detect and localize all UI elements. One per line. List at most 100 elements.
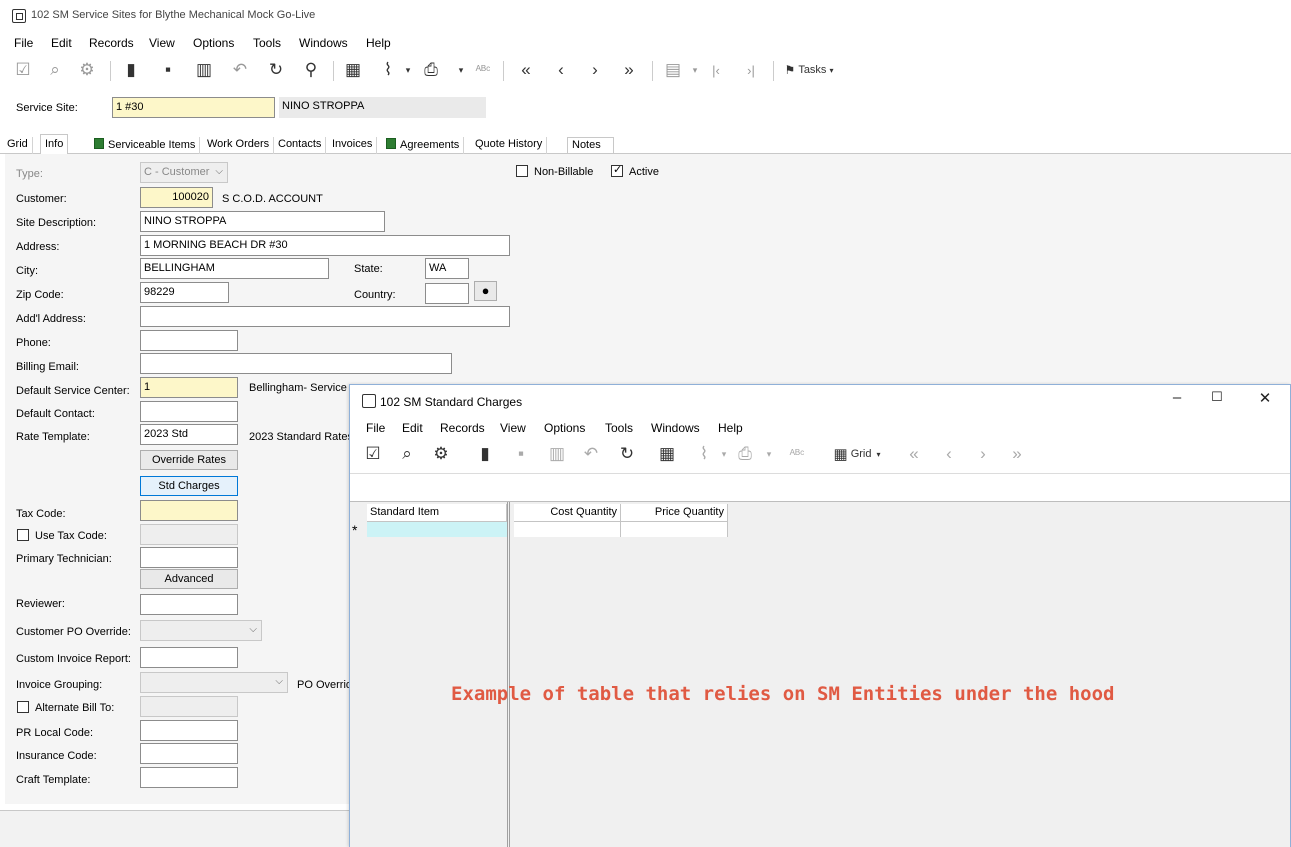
new-record-icon[interactable]: ▮ bbox=[474, 443, 496, 465]
menu-help[interactable]: Help bbox=[366, 36, 391, 50]
delete-icon[interactable]: ▥ bbox=[193, 59, 215, 81]
active-checkbox[interactable] bbox=[611, 163, 623, 177]
child-menu-tools[interactable]: Tools bbox=[605, 421, 633, 435]
grid-view-menu[interactable]: ▦ Grid ▾ bbox=[822, 443, 892, 465]
tab-invoices[interactable]: Invoices bbox=[328, 137, 378, 154]
attachment-dropdown-icon[interactable]: ▾ bbox=[713, 443, 735, 465]
customer-po-override-select[interactable]: ⌵ bbox=[140, 620, 262, 641]
rate-template-input[interactable]: 2023 Std bbox=[140, 424, 238, 445]
tasks-menu[interactable]: ⚑ Tasks ▾ bbox=[779, 59, 839, 81]
child-menu-file[interactable]: File bbox=[366, 421, 385, 435]
minimize-icon[interactable]: – bbox=[1162, 389, 1192, 411]
type-select[interactable]: C - Customer ⌵ bbox=[140, 162, 228, 183]
child-menu-view[interactable]: View bbox=[500, 421, 526, 435]
print-icon[interactable]: ⎙ bbox=[734, 443, 756, 465]
print-dropdown-icon[interactable]: ▾ bbox=[450, 59, 472, 81]
addl-address-input[interactable] bbox=[140, 306, 510, 327]
city-input[interactable]: BELLINGHAM bbox=[140, 258, 329, 279]
layout-icon[interactable]: ▦ bbox=[656, 443, 678, 465]
zip-input[interactable]: 98229 bbox=[140, 282, 229, 303]
tab-info[interactable]: Info bbox=[40, 134, 69, 155]
tab-quote-history[interactable]: Quote History bbox=[471, 137, 548, 154]
undo-icon[interactable]: ↶ bbox=[229, 59, 251, 81]
layout-icon[interactable]: ▦ bbox=[342, 59, 364, 81]
attachment-icon[interactable]: ⌇ bbox=[377, 59, 399, 81]
map-pin-icon[interactable]: ● bbox=[474, 281, 497, 301]
search-icon[interactable]: ⚲ bbox=[300, 59, 322, 81]
refresh-icon[interactable]: ↻ bbox=[616, 443, 638, 465]
last-page-icon[interactable]: ›| bbox=[740, 59, 762, 81]
first-page-icon[interactable]: |‹ bbox=[705, 59, 727, 81]
last-record-icon[interactable]: » bbox=[618, 59, 640, 81]
craft-template-input[interactable] bbox=[140, 767, 238, 788]
menu-records[interactable]: Records bbox=[89, 36, 134, 50]
child-menu-windows[interactable]: Windows bbox=[651, 421, 700, 435]
menu-file[interactable]: File bbox=[14, 36, 33, 50]
last-record-icon[interactable]: » bbox=[1006, 443, 1028, 465]
binoculars-icon[interactable]: ⌕ bbox=[44, 59, 66, 81]
new-row-cost-quantity-cell[interactable] bbox=[514, 521, 621, 537]
child-menu-options[interactable]: Options bbox=[544, 421, 585, 435]
customer-input[interactable]: 100020 bbox=[140, 187, 213, 208]
maximize-icon[interactable]: ☐ bbox=[1202, 389, 1232, 411]
edit-icon[interactable]: ☑ bbox=[362, 443, 384, 465]
billing-email-input[interactable] bbox=[140, 353, 452, 374]
site-description-input[interactable]: NINO STROPPA bbox=[140, 211, 385, 232]
first-record-icon[interactable]: « bbox=[903, 443, 925, 465]
attachment-dropdown-icon[interactable]: ▾ bbox=[397, 59, 419, 81]
next-record-icon[interactable]: › bbox=[972, 443, 994, 465]
undo-icon[interactable]: ↶ bbox=[580, 443, 602, 465]
alternate-bill-to-checkbox[interactable] bbox=[17, 701, 29, 713]
child-menu-help[interactable]: Help bbox=[718, 421, 743, 435]
save-icon[interactable]: ▪ bbox=[157, 59, 179, 81]
column-header-cost-quantity[interactable]: Cost Quantity bbox=[514, 504, 621, 522]
primary-technician-input[interactable] bbox=[140, 547, 238, 568]
standard-charges-grid[interactable]: Standard Item Cost Quantity Price Quanti… bbox=[350, 501, 1290, 847]
invoice-grouping-select[interactable]: ⌵ bbox=[140, 672, 288, 693]
grid-dropdown-icon[interactable]: ▾ bbox=[684, 59, 706, 81]
std-charges-button[interactable]: Std Charges bbox=[140, 476, 238, 496]
tab-contacts[interactable]: Contacts bbox=[274, 137, 327, 154]
print-icon[interactable]: ⎙ bbox=[420, 59, 442, 81]
attachment-icon[interactable]: ⌇ bbox=[693, 443, 715, 465]
close-icon[interactable]: ✕ bbox=[1250, 389, 1280, 411]
country-input[interactable] bbox=[425, 283, 469, 304]
address-input[interactable]: 1 MORNING BEACH DR #30 bbox=[140, 235, 510, 256]
phone-input[interactable] bbox=[140, 330, 238, 351]
state-input[interactable]: WA bbox=[425, 258, 469, 279]
child-menu-records[interactable]: Records bbox=[440, 421, 485, 435]
new-record-icon[interactable]: ▮ bbox=[120, 59, 142, 81]
save-icon[interactable]: ▪ bbox=[510, 443, 532, 465]
advanced-button[interactable]: Advanced bbox=[140, 569, 238, 589]
gear-icon[interactable]: ⚙ bbox=[430, 443, 452, 465]
previous-record-icon[interactable]: ‹ bbox=[550, 59, 572, 81]
pr-local-code-input[interactable] bbox=[140, 720, 238, 741]
standard-charges-window[interactable]: 102 SM Standard Charges – ☐ ✕ File Edit … bbox=[349, 384, 1291, 847]
tab-notes[interactable]: Notes bbox=[567, 137, 614, 154]
custom-invoice-report-input[interactable] bbox=[140, 647, 238, 668]
next-record-icon[interactable]: › bbox=[584, 59, 606, 81]
column-header-standard-item[interactable]: Standard Item bbox=[367, 504, 507, 522]
menu-edit[interactable]: Edit bbox=[51, 36, 72, 50]
tax-code-input[interactable] bbox=[140, 500, 238, 521]
refresh-icon[interactable]: ↻ bbox=[265, 59, 287, 81]
tab-work-orders[interactable]: Work Orders bbox=[203, 137, 275, 154]
spellcheck-icon[interactable]: ᴬᴮᶜ bbox=[786, 443, 808, 465]
use-tax-code-checkbox[interactable] bbox=[17, 529, 29, 541]
new-row-standard-item-cell[interactable] bbox=[367, 521, 507, 537]
print-dropdown-icon[interactable]: ▾ bbox=[758, 443, 780, 465]
menu-tools[interactable]: Tools bbox=[253, 36, 281, 50]
tab-agreements[interactable]: Agreements bbox=[382, 137, 465, 154]
spellcheck-icon[interactable]: ᴬᴮᶜ bbox=[472, 59, 494, 81]
tab-serviceable-items[interactable]: Serviceable Items bbox=[90, 137, 201, 154]
menu-view[interactable]: View bbox=[149, 36, 175, 50]
insurance-code-input[interactable] bbox=[140, 743, 238, 764]
service-site-input[interactable]: 1 #30 bbox=[112, 97, 275, 118]
menu-options[interactable]: Options bbox=[193, 36, 234, 50]
menu-windows[interactable]: Windows bbox=[299, 36, 348, 50]
grid-view-icon[interactable]: ▤ bbox=[662, 59, 684, 81]
binoculars-icon[interactable]: ⌕ bbox=[396, 443, 418, 465]
edit-icon[interactable]: ☑ bbox=[12, 59, 34, 81]
first-record-icon[interactable]: « bbox=[515, 59, 537, 81]
reviewer-input[interactable] bbox=[140, 594, 238, 615]
